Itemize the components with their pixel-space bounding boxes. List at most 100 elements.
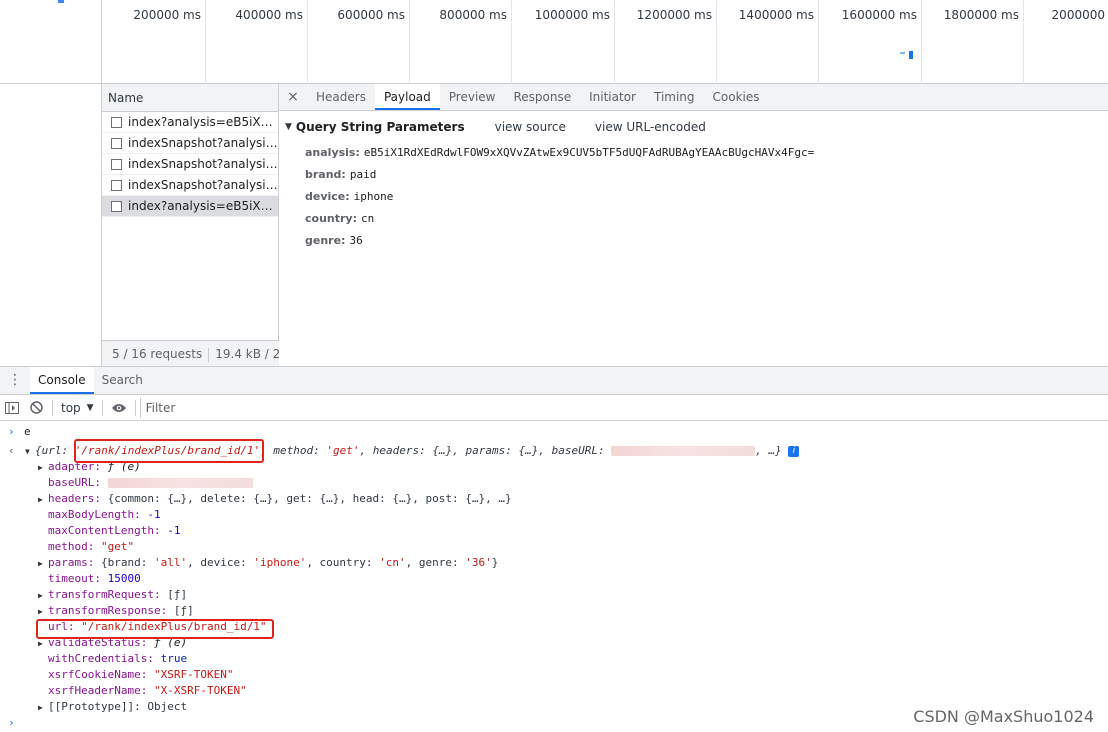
checkbox-icon[interactable] — [111, 158, 122, 170]
prop-key: xsrfCookieName: — [48, 668, 148, 681]
prop-value: "XSRF-TOKEN" — [153, 668, 234, 681]
tick-label: 400000 ms — [235, 8, 303, 22]
triangle-right-icon[interactable]: ▶ — [38, 556, 48, 572]
request-row[interactable]: indexSnapshot?analysis=... — [102, 154, 278, 175]
query-string-section[interactable]: ▼ Query String Parameters view source vi… — [279, 117, 1108, 137]
checkbox-icon[interactable] — [111, 137, 122, 149]
request-row[interactable]: indexSnapshot?analysis=... — [102, 133, 278, 154]
request-name: index?analysis=eB5iX1Rd... — [128, 198, 278, 213]
request-name: indexSnapshot?analysis=... — [128, 156, 278, 171]
sidebar-toggle-icon[interactable] — [0, 396, 24, 420]
tab-payload[interactable]: Payload — [374, 84, 440, 110]
filter-input[interactable] — [139, 397, 1108, 418]
clear-console-icon[interactable] — [24, 396, 48, 420]
prop-key: maxBodyLength: — [48, 508, 141, 521]
tick-label: 200000 ms — [133, 8, 201, 22]
triangle-right-icon[interactable]: ▶ — [38, 588, 48, 604]
prop-transformresponse[interactable]: ▶ transformResponse: [ƒ] — [38, 603, 1108, 619]
summary-text: , method: — [260, 444, 327, 457]
prop-xsrfheadername: xsrfHeaderName: "X-XSRF-TOKEN" — [38, 683, 1108, 699]
prop-transformrequest[interactable]: ▶ transformRequest: [ƒ] — [38, 587, 1108, 603]
triangle-right-icon[interactable]: ▶ — [38, 604, 48, 620]
chevron-right-icon: › — [8, 425, 15, 438]
prop-params[interactable]: ▶ params: {brand: 'all', device: 'iphone'… — [38, 555, 1108, 571]
timeline-request-bar — [909, 51, 913, 59]
tab-headers[interactable]: Headers — [307, 84, 375, 110]
prop-xsrfcookiename: xsrfCookieName: "XSRF-TOKEN" — [38, 667, 1108, 683]
timeline-tick: 1400000 ms — [717, 0, 819, 84]
prop-key: headers: — [48, 492, 101, 505]
param-key: genre: — [305, 234, 346, 247]
column-header-name[interactable]: Name — [102, 84, 278, 112]
tick-label: 600000 ms — [337, 8, 405, 22]
triangle-down-icon[interactable]: ▼ — [285, 117, 292, 137]
prop-value: "X-XSRF-TOKEN" — [153, 684, 247, 697]
triangle-right-icon[interactable]: ▶ — [38, 492, 48, 508]
prop-value: , genre: — [405, 556, 466, 569]
request-row[interactable]: index?analysis=eB5iX1Rd... — [102, 112, 278, 133]
tab-response[interactable]: Response — [504, 84, 580, 110]
timeline-tick: 1600000 ms — [819, 0, 922, 84]
close-icon[interactable]: × — [279, 84, 307, 110]
info-icon[interactable]: i — [788, 445, 800, 457]
param-value: cn — [361, 212, 375, 225]
timeline-gutter — [0, 0, 102, 84]
network-timeline[interactable]: 200000 ms 400000 ms 600000 ms 800000 ms … — [0, 0, 1108, 84]
param-row: country: cn — [279, 207, 1108, 229]
param-value: paid — [349, 168, 377, 181]
checkbox-icon[interactable] — [111, 200, 122, 212]
tab-initiator[interactable]: Initiator — [580, 84, 645, 110]
request-row[interactable]: indexSnapshot?analysis=... — [102, 175, 278, 196]
param-value: iphone — [353, 190, 394, 203]
tab-search[interactable]: Search — [94, 367, 151, 394]
view-url-encoded-link[interactable]: view URL-encoded — [595, 117, 706, 137]
prop-key: method: — [48, 540, 95, 553]
tab-preview[interactable]: Preview — [440, 84, 505, 110]
triangle-right-icon[interactable]: ▶ — [38, 700, 48, 716]
param-key: analysis: — [305, 146, 360, 159]
prop-value: , country: — [306, 556, 380, 569]
timeline-tick: 800000 ms — [410, 0, 512, 84]
prop-key: baseURL: — [48, 476, 101, 489]
request-name: indexSnapshot?analysis=... — [128, 135, 278, 150]
checkbox-icon[interactable] — [111, 116, 122, 128]
eye-icon[interactable] — [107, 396, 131, 420]
redacted-value — [611, 446, 756, 456]
watermark: CSDN @MaxShuo1024 — [913, 707, 1094, 726]
divider — [52, 399, 53, 416]
tab-console[interactable]: Console — [30, 367, 94, 394]
prop-headers[interactable]: ▶ headers: {common: {…}, delete: {…}, get… — [38, 491, 1108, 507]
param-value: eB5iX1RdXEdRdwlFOW9xXQVvZAtwEx9CUV5bTF5d… — [363, 146, 815, 159]
timeline-tick: 1800000 ms — [922, 0, 1024, 84]
checkbox-icon[interactable] — [111, 179, 122, 191]
tab-cookies[interactable]: Cookies — [704, 84, 769, 110]
prop-value: [ƒ] — [173, 604, 194, 617]
param-value: 36 — [349, 234, 363, 247]
prop-key: params: — [48, 556, 95, 569]
request-status-bar: 5 / 16 requests 19.4 kB / 23. — [102, 340, 279, 366]
prop-baseurl: baseURL: — [38, 475, 1108, 491]
highlight-box — [74, 439, 264, 463]
summary-text: {url: — [35, 444, 75, 457]
request-row-selected[interactable]: index?analysis=eB5iX1Rd... — [102, 196, 278, 217]
prop-value: '36' — [465, 556, 492, 569]
request-name: indexSnapshot?analysis=... — [128, 177, 278, 192]
tab-timing[interactable]: Timing — [645, 84, 704, 110]
view-source-link[interactable]: view source — [495, 117, 566, 137]
prop-value: {brand: — [100, 556, 154, 569]
more-vert-icon[interactable]: ⋮ — [0, 367, 30, 394]
tick-label: 1000000 ms — [534, 8, 610, 22]
triangle-right-icon[interactable]: ▶ — [38, 460, 48, 476]
prop-key: maxContentLength: — [48, 524, 161, 537]
param-key: country: — [305, 212, 357, 225]
divider — [208, 347, 210, 362]
triangle-down-icon[interactable]: ▼ — [25, 444, 35, 460]
timeline-tick: 600000 ms — [308, 0, 410, 84]
console-toolbar: top ▼ — [0, 395, 1108, 421]
prop-key: xsrfHeaderName: — [48, 684, 148, 697]
chevron-left-icon: ‹ — [8, 444, 15, 457]
context-selector[interactable]: top ▼ — [57, 401, 98, 415]
prop-value: Object — [147, 700, 188, 713]
param-row: device: iphone — [279, 185, 1108, 207]
prop-key: withCredentials: — [48, 652, 154, 665]
